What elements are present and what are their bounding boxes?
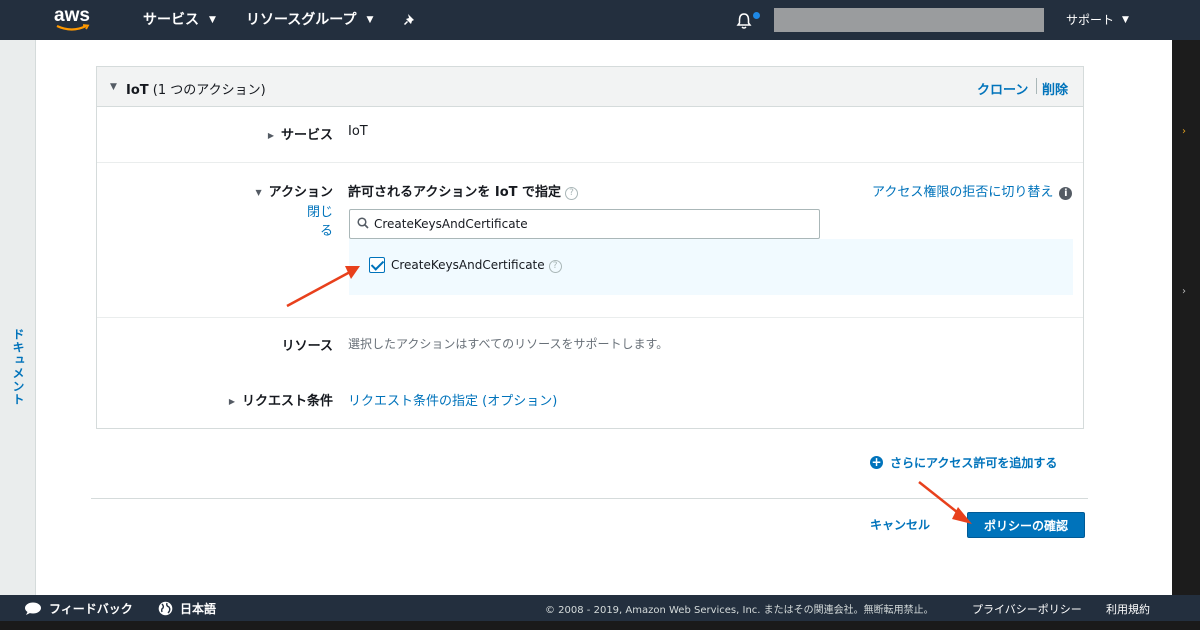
chevron-down-icon: ▼	[1122, 15, 1129, 25]
action-count: (1 つのアクション)	[152, 83, 266, 98]
service-row-label[interactable]: ▶ サービス	[265, 124, 333, 143]
action-search-field[interactable]	[349, 209, 820, 239]
privacy-policy-link[interactable]: プライバシーポリシー	[972, 601, 1082, 617]
action-heading-text: 許可されるアクションを IoT で指定	[348, 185, 562, 200]
action-search-input[interactable]	[374, 214, 804, 234]
action-row-label[interactable]: ▼ アクション	[247, 181, 333, 200]
documentation-rail[interactable]: ドキュメント	[0, 40, 36, 595]
caret-right-icon: ▶	[228, 397, 235, 406]
service-value: IoT	[348, 124, 368, 139]
top-navigation: aws サービス ▼ リソースグループ ▼ サポート ▼	[0, 0, 1200, 40]
account-menu-redacted[interactable]	[774, 8, 1044, 32]
service-label-text: サービス	[280, 128, 333, 143]
switch-to-deny-text: アクセス権限の拒否に切り替え	[872, 185, 1054, 200]
language-selector[interactable]: 日本語	[158, 600, 216, 617]
panel-header[interactable]: ▼ IoT (1 つのアクション) クローン 削除	[97, 67, 1083, 107]
add-permission-text: さらにアクセス許可を追加する	[890, 456, 1058, 470]
caret-down-icon: ▼	[110, 82, 117, 92]
separator	[1036, 78, 1037, 94]
support-menu[interactable]: サポート ▼	[1066, 0, 1129, 40]
info-icon[interactable]: i	[1059, 187, 1073, 200]
aws-smile-icon	[56, 24, 90, 31]
action-heading: 許可されるアクションを IoT で指定?	[348, 181, 579, 200]
pin-icon	[403, 14, 414, 26]
support-label: サポート	[1066, 13, 1115, 27]
resource-groups-menu[interactable]: リソースグループ ▼	[246, 0, 373, 40]
language-text: 日本語	[180, 602, 217, 616]
request-condition-row-label[interactable]: ▶ リクエスト条件	[217, 390, 333, 409]
globe-icon	[158, 601, 173, 616]
chevron-icon: ›	[1182, 286, 1186, 297]
request-condition-link[interactable]: リクエスト条件の指定 (オプション)	[348, 390, 557, 409]
service-name: IoT	[126, 83, 149, 98]
divider	[97, 162, 1083, 163]
pin-button[interactable]	[403, 0, 417, 40]
action-checkbox-checked[interactable]	[369, 257, 385, 273]
request-condition-label-text: リクエスト条件	[241, 394, 333, 409]
divider	[91, 498, 1088, 499]
copyright-text: © 2008 - 2019, Amazon Web Services, Inc.…	[545, 605, 934, 616]
caret-right-icon: ▶	[267, 131, 274, 140]
chevron-down-icon: ▼	[366, 15, 374, 25]
chevron-down-icon: ▼	[209, 15, 216, 25]
feedback-link[interactable]: フィードバック	[24, 600, 133, 617]
caret-down-icon: ▼	[255, 188, 262, 197]
terms-link[interactable]: 利用規約	[1106, 601, 1150, 617]
plus-circle-icon: +	[870, 455, 883, 469]
resource-row-label: リソース	[281, 339, 333, 354]
close-actions-link[interactable]: 閉じる	[295, 201, 333, 239]
switch-to-deny-link[interactable]: アクセス権限の拒否に切り替え i	[872, 181, 1073, 200]
chevron-icon: ›	[1182, 126, 1186, 137]
notification-dot	[753, 12, 760, 19]
permission-panel: ▼ IoT (1 つのアクション) クローン 削除 ▶ サービス IoT ▼ アクシ…	[96, 66, 1084, 429]
clone-link[interactable]: クローン	[977, 79, 1028, 98]
aws-logo[interactable]: aws	[54, 5, 94, 35]
delete-link[interactable]: 削除	[1042, 79, 1068, 98]
review-policy-button[interactable]: ポリシーの確認	[967, 512, 1085, 538]
bottom-strip	[0, 621, 1200, 630]
help-icon[interactable]: ?	[565, 187, 579, 200]
resource-groups-label: リソースグループ	[246, 12, 357, 28]
services-label: サービス	[143, 12, 199, 28]
search-icon	[357, 217, 369, 229]
add-permission-link[interactable]: + さらにアクセス許可を追加する	[870, 454, 1057, 471]
resource-value: 選択したアクションはすべてのリソースをサポートします。	[348, 337, 669, 351]
action-result-item[interactable]: CreateKeysAndCertificate?	[391, 258, 562, 273]
services-menu[interactable]: サービス ▼	[143, 0, 216, 40]
divider	[97, 317, 1083, 318]
action-result-label: CreateKeysAndCertificate	[391, 258, 545, 272]
help-icon[interactable]: ?	[548, 260, 562, 273]
panel-title: IoT (1 つのアクション)	[126, 79, 266, 98]
documentation-label: ドキュメント	[11, 328, 25, 406]
action-results-list: CreateKeysAndCertificate?	[349, 239, 1073, 295]
speech-bubble-icon	[25, 602, 41, 615]
side-editor-strip: › ›	[1172, 40, 1200, 595]
bell-icon[interactable]	[736, 12, 752, 30]
cancel-button[interactable]: キャンセル	[870, 513, 930, 537]
feedback-text: フィードバック	[49, 602, 133, 616]
action-label-text: アクション	[268, 185, 333, 200]
